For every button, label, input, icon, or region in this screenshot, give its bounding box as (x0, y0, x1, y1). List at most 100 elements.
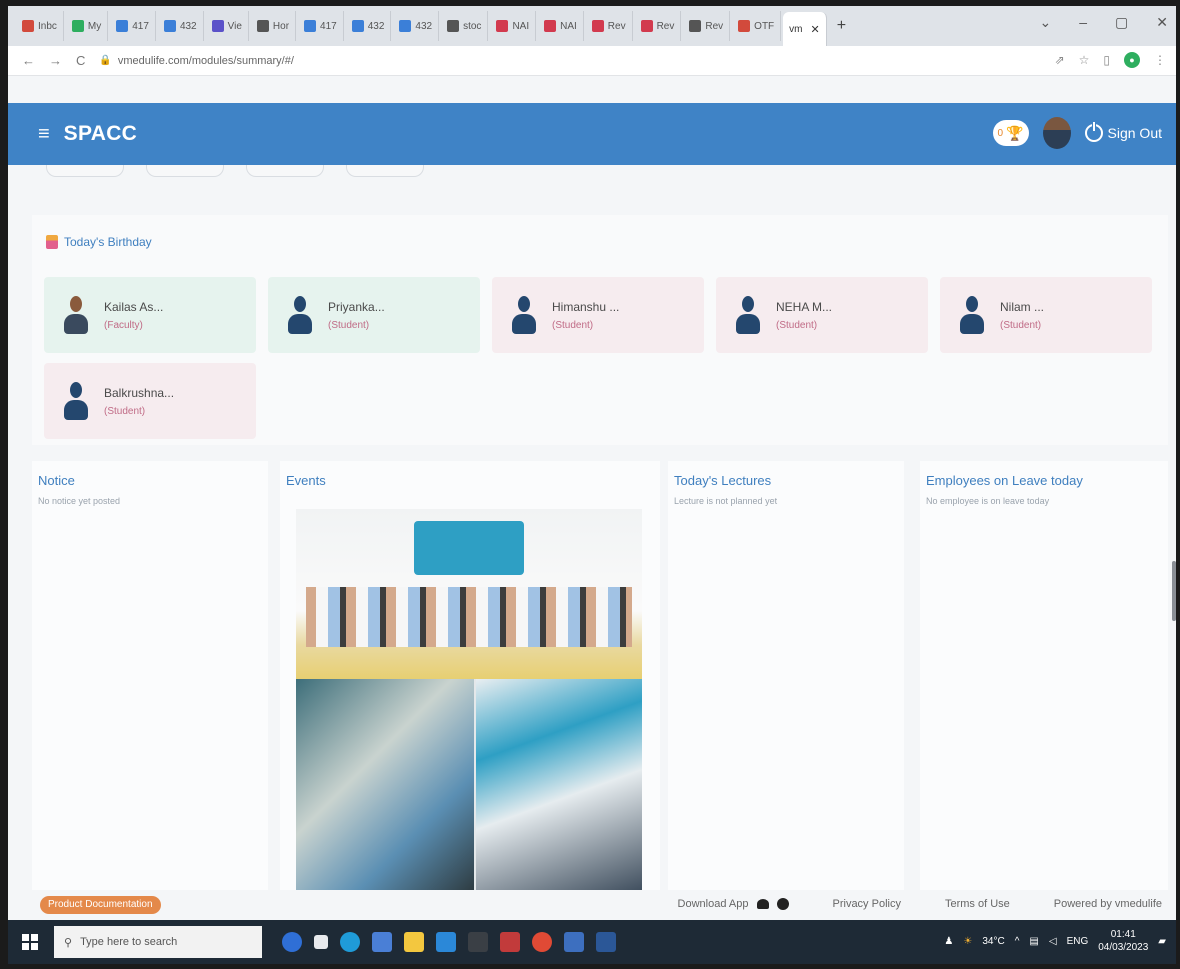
brand-title: SPACC (63, 122, 138, 145)
header-actions: 0 🏆 Sign Out (992, 117, 1162, 149)
person-name: Balkrushna... (104, 385, 175, 400)
close-window-button[interactable]: ✕ (1156, 14, 1168, 31)
browser-tab[interactable]: NAI (490, 11, 537, 41)
terms-of-use-link[interactable]: Terms of Use (945, 898, 1010, 910)
android-icon[interactable] (756, 899, 769, 909)
notifications-icon[interactable]: ▰ (1158, 936, 1166, 947)
browser-tab[interactable]: Rev (586, 11, 633, 41)
tab-favicon-icon (544, 20, 557, 32)
share-icon[interactable]: ⇗ (1055, 53, 1065, 67)
event-photo-collage[interactable] (296, 509, 642, 893)
tab-favicon-icon (689, 20, 702, 32)
reload-icon[interactable]: C (76, 53, 85, 68)
privacy-policy-link[interactable]: Privacy Policy (833, 898, 901, 910)
birthday-person-info: Himanshu ... (Student) (552, 300, 619, 331)
volume-icon[interactable]: ◁ (1049, 936, 1057, 947)
mail-icon[interactable] (436, 932, 456, 952)
edge-icon[interactable] (340, 932, 360, 952)
browser-tab[interactable]: 417 (110, 11, 156, 41)
browser-tab[interactable]: Vie (206, 11, 249, 41)
file-explorer-icon[interactable] (404, 932, 424, 952)
browser-tab[interactable]: NAI (538, 11, 584, 41)
birthday-card[interactable]: Kailas As... (Faculty) (44, 277, 256, 353)
browser-tab[interactable]: Rev (635, 11, 682, 41)
birthday-card[interactable]: Nilam ... (Student) (940, 277, 1152, 353)
birthday-card[interactable]: Balkrushna... (Student) (44, 363, 256, 439)
tab-label: 432 (179, 20, 197, 32)
trophy-badge[interactable]: 0 🏆 (992, 120, 1029, 146)
user-avatar[interactable] (1042, 117, 1071, 149)
address-bar: ← → C 🔒 vmedulife.com/modules/summary/#/… (8, 46, 1176, 76)
url-field[interactable]: vmedulife.com/modules/summary/#/ (118, 55, 294, 67)
clock-date: 04/03/2023 (1098, 942, 1149, 953)
wps-icon[interactable] (500, 932, 520, 952)
back-icon[interactable]: ← (22, 53, 35, 68)
browser-tab[interactable]: Inbc (16, 11, 64, 41)
taskbar-search[interactable]: ⚲ Type here to search (54, 926, 262, 958)
menu-kebab-icon[interactable]: ⋮ (1154, 53, 1166, 67)
chrome-icon[interactable] (532, 932, 552, 952)
sign-out-button[interactable]: Sign Out (1084, 122, 1162, 142)
profile-avatar[interactable]: ● (1124, 52, 1140, 68)
lectures-title: Today's Lectures (674, 473, 772, 488)
powered-by-link[interactable]: Powered by vmedulife (1054, 898, 1162, 910)
cake-icon (46, 235, 58, 249)
word-icon[interactable] (596, 932, 616, 952)
birthday-card[interactable]: Priyanka... (Student) (268, 277, 480, 353)
language-indicator[interactable]: ENG (1067, 936, 1089, 947)
bookmark-star-icon[interactable]: ☆ (1079, 53, 1090, 67)
minimize-button[interactable]: – (1079, 14, 1087, 31)
leave-title: Employees on Leave today (926, 473, 1083, 488)
task-view-icon[interactable] (314, 935, 328, 949)
people-icon[interactable]: ♟ (944, 936, 953, 947)
search-icon: ⚲ (64, 936, 73, 949)
taskbar-search-placeholder: Type here to search (80, 936, 178, 948)
browser-tab[interactable]: Hor (251, 11, 297, 41)
browser-tab[interactable]: 432 (158, 11, 204, 41)
sidepanel-icon[interactable]: ▯ (1103, 53, 1110, 67)
windows-start-icon[interactable] (22, 934, 38, 950)
birthday-card[interactable]: Himanshu ... (Student) (492, 277, 704, 353)
quick-link[interactable] (46, 165, 124, 177)
maximize-button[interactable]: ▢ (1115, 14, 1128, 31)
active-browser-tab[interactable]: vm ✕ (783, 12, 827, 46)
tab-favicon-icon (116, 20, 129, 32)
terminal-icon[interactable] (468, 932, 488, 952)
browser-tab[interactable]: stoc (441, 11, 489, 41)
new-tab-button[interactable]: + (837, 17, 846, 35)
browser-tab[interactable]: 417 (298, 11, 344, 41)
product-documentation-button[interactable]: Product Documentation (40, 896, 161, 914)
person-name: Himanshu ... (552, 299, 620, 314)
tab-label: 432 (415, 20, 433, 32)
browser-tab[interactable]: Rev (683, 11, 731, 41)
address-bar-actions: ⇗ ☆ ▯ ● ⋮ (1055, 52, 1166, 68)
browser-tab[interactable]: OTF (732, 11, 782, 41)
birthday-cards: Kailas As... (Faculty) Priyanka... (Student… (44, 277, 1154, 439)
clock[interactable]: 01:41 04/03/2023 (1098, 928, 1148, 954)
store-icon[interactable] (372, 932, 392, 952)
tab-label: 417 (320, 20, 337, 32)
browser-tab[interactable]: 432 (346, 11, 392, 41)
temperature[interactable]: 34°C (982, 936, 1004, 947)
leave-empty-text: No employee is on leave today (926, 496, 1050, 506)
hamburger-menu-icon[interactable]: ≡ (38, 123, 50, 146)
weather-icon: ☀ (963, 935, 973, 947)
page-scrollbar[interactable] (1172, 561, 1176, 621)
browser-tab[interactable]: My (66, 11, 109, 41)
bing-icon[interactable] (282, 932, 302, 952)
close-tab-icon[interactable]: ✕ (811, 23, 820, 36)
photos-icon[interactable] (564, 932, 584, 952)
browser-tab[interactable]: 432 (393, 11, 440, 41)
birthday-card[interactable]: NEHA M... (Student) (716, 277, 928, 353)
apple-icon[interactable] (776, 898, 789, 910)
footer-links: Download App Privacy Policy Terms of Use… (678, 898, 1162, 910)
network-icon[interactable]: ▤ (1029, 936, 1038, 947)
tab-search-icon[interactable]: ⌄ (1040, 14, 1052, 31)
forward-icon[interactable]: → (49, 53, 62, 68)
quick-link[interactable] (346, 165, 424, 177)
quick-link[interactable] (246, 165, 324, 177)
quick-link[interactable] (146, 165, 224, 177)
person-avatar-icon (956, 292, 988, 338)
tray-chevron-icon[interactable]: ^ (1015, 936, 1020, 947)
birthday-person-info: Nilam ... (Student) (1000, 300, 1044, 331)
